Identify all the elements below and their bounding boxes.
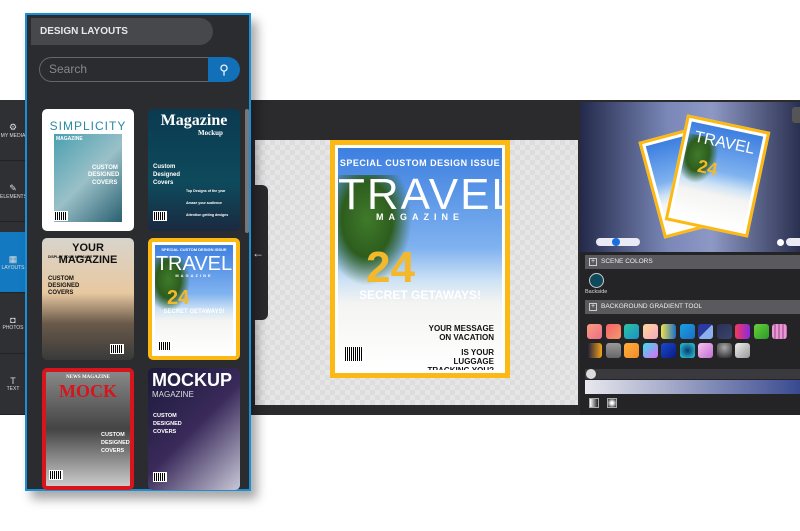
panel-title: DESIGN LAYOUTS [31,18,213,45]
expand-icon: + [589,303,597,311]
layouts-icon: ▦ [8,254,18,264]
barcode [344,346,364,362]
rotate-slider-handle[interactable] [777,239,784,246]
gradient-swatch[interactable] [716,324,732,339]
gradient-swatch[interactable] [753,324,769,339]
gradient-tool-header[interactable]: + BACKGROUND GRADIENT TOOL [585,300,800,314]
tool-photos[interactable]: ◘ PHOTOS [0,293,26,354]
3d-preview: TRAVEL 24 [580,102,800,252]
layout-simplicity[interactable]: SIMPLICITY MAGAZINE CUSTOM DESIGNED COVE… [42,109,134,231]
tool-my-media[interactable]: ⚙ MY MEDIA [0,100,26,161]
layout-travel-selected[interactable]: SPECIAL CUSTOM DESIGN ISSUE TRAVEL MAGAZ… [148,238,240,360]
tool-layouts[interactable]: ▦ LAYOUTS [0,232,26,293]
gradient-swatch[interactable] [587,343,602,358]
layout-mockup-magazine[interactable]: MOCKUP MAGAZINE CUSTOM DESIGNED COVERS [148,368,240,490]
gradient-swatch[interactable] [661,343,676,358]
gradient-swatch[interactable] [642,343,658,358]
left-toolbar: ⚙ MY MEDIA ✎ ELEMENTS ▦ LAYOUTS ◘ PHOTOS T TE… [0,100,27,415]
gradient-swatch[interactable] [587,324,602,339]
layout-your-magazine[interactable]: YOUR MAGAZINE DISPLAY YOUR MESSAGE CUSTO… [42,238,134,360]
gradient-swatch[interactable] [679,343,695,358]
gradient-swatch[interactable] [605,343,621,358]
search-icon: ⚲ [219,62,229,77]
linear-gradient-button[interactable] [589,398,599,408]
search-button[interactable]: ⚲ [208,57,240,82]
text-icon: T [10,376,16,386]
tool-elements[interactable]: ✎ ELEMENTS [0,161,27,222]
gradient-swatch[interactable] [661,324,676,339]
gradient-swatch[interactable] [624,324,639,339]
zoom-slider[interactable] [596,238,640,246]
gradient-swatch[interactable] [642,324,658,339]
collapse-panel-button[interactable]: ← [248,185,268,320]
design-layouts-panel: DESIGN LAYOUTS Search ⚲ SIMPLICITY MAGAZ… [25,13,251,491]
gradient-preview [585,380,800,394]
layout-magazine-mockup[interactable]: Magazine Mockup Custom Designed Covers T… [148,109,240,231]
gradient-swatch[interactable] [772,324,787,339]
gradient-swatch[interactable] [605,324,621,339]
elements-icon: ✎ [9,183,17,193]
fullscreen-button[interactable] [792,107,800,123]
magazine-cover[interactable]: SPECIAL CUSTOM DESIGN ISSUE TRAVEL MAGAZ… [330,140,510,378]
scrollbar[interactable] [245,109,249,233]
tool-text[interactable]: T TEXT [0,354,26,415]
gradient-swatch[interactable] [624,343,639,358]
gradient-swatch[interactable] [735,343,750,358]
gradient-swatch[interactable] [698,343,713,358]
gradient-track[interactable] [585,369,800,379]
arrow-left-icon: ← [252,245,264,260]
backside-color-swatch[interactable] [589,273,604,288]
scene-colors-header[interactable]: + SCENE COLORS [585,255,800,269]
layout-mock-news[interactable]: NEWS MAGAZINE MOCK CUSTOM DESIGNED COVER… [42,368,134,490]
rotate-slider[interactable] [786,238,800,246]
gradient-swatch[interactable] [679,324,695,339]
camera-icon: ◘ [10,315,16,325]
radial-gradient-button[interactable] [607,398,617,408]
expand-icon: + [589,258,597,266]
media-icon: ⚙ [8,122,18,132]
gradient-swatch[interactable] [716,343,732,358]
gradient-swatch[interactable] [698,324,713,339]
gradient-swatch[interactable] [735,324,750,339]
search-input[interactable]: Search [39,57,209,82]
